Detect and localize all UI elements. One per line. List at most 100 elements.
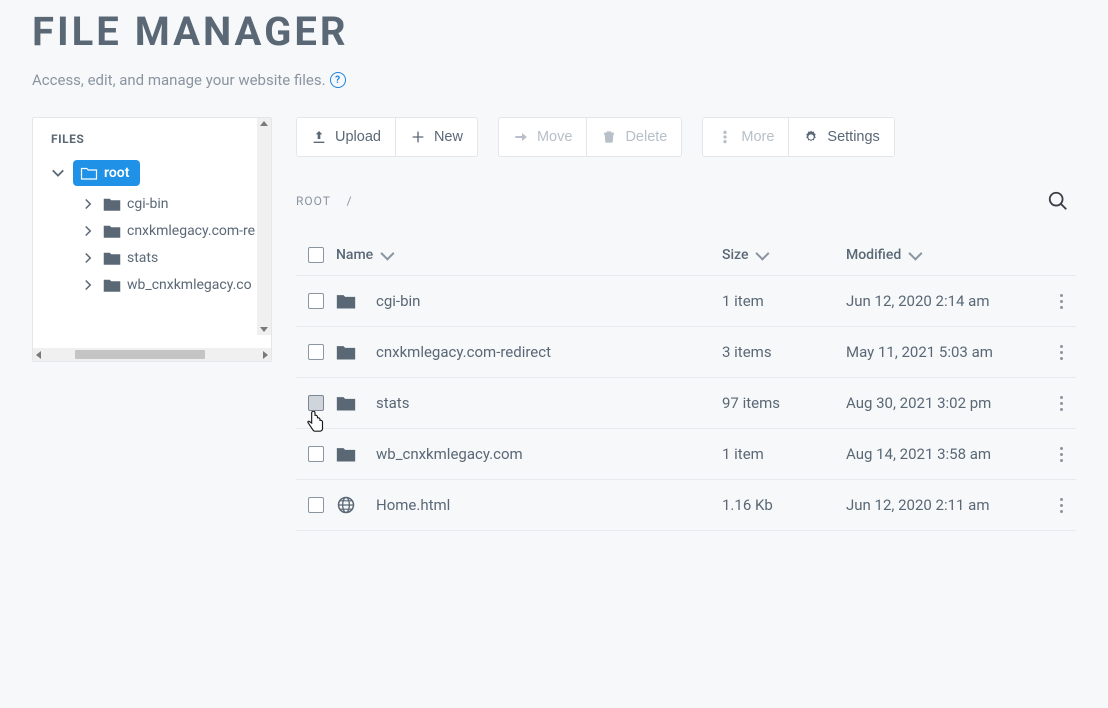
chevron-down-icon — [756, 247, 770, 261]
folder-icon — [103, 223, 121, 239]
tree-root-row[interactable]: root — [33, 156, 271, 191]
breadcrumb-sep: / — [347, 194, 353, 208]
tree-item[interactable]: cgi-bin — [33, 191, 271, 218]
root-badge[interactable]: root — [73, 160, 140, 186]
file-modified: Jun 12, 2020 2:14 am — [846, 292, 1046, 310]
file-table: Name Size Modified cgi-bin — [296, 239, 1076, 531]
column-label: Size — [722, 247, 748, 263]
chevron-right-icon[interactable] — [79, 195, 97, 213]
new-button[interactable]: New — [395, 118, 477, 156]
folder-icon — [336, 342, 356, 362]
file-size: 1 item — [722, 445, 846, 463]
gear-icon — [803, 129, 819, 145]
row-actions-button[interactable] — [1054, 492, 1069, 519]
row-checkbox[interactable] — [308, 395, 324, 411]
trash-icon — [601, 129, 617, 145]
subtitle-text: Access, edit, and manage your website fi… — [32, 71, 326, 89]
row-checkbox[interactable] — [308, 497, 324, 513]
file-name: cgi-bin — [376, 292, 420, 310]
file-size: 3 items — [722, 343, 846, 361]
chevron-right-icon[interactable] — [79, 249, 97, 267]
upload-button[interactable]: Upload — [297, 118, 395, 156]
tree-item-label: wb_cnxkmlegacy.co — [127, 277, 252, 293]
table-row[interactable]: wb_cnxkmlegacy.com 1 item Aug 14, 2021 3… — [296, 429, 1076, 480]
folder-icon — [103, 277, 121, 293]
button-label: Move — [537, 129, 572, 145]
tree-item-label: cnxkmlegacy.com-re — [127, 223, 255, 239]
table-row[interactable]: cnxkmlegacy.com-redirect 3 items May 11,… — [296, 327, 1076, 378]
sidebar-horizontal-scrollbar[interactable] — [33, 348, 271, 361]
tree-item-label: stats — [127, 250, 158, 266]
file-name: stats — [376, 394, 409, 412]
search-icon — [1047, 190, 1069, 212]
file-size: 1.16 Kb — [722, 496, 846, 514]
row-checkbox[interactable] — [308, 446, 324, 462]
column-header-size[interactable]: Size — [722, 247, 846, 263]
globe-icon — [336, 495, 356, 515]
column-label: Modified — [846, 247, 901, 263]
tree-item-label: cgi-bin — [127, 196, 168, 212]
button-label: New — [434, 129, 463, 145]
table-header: Name Size Modified — [296, 239, 1076, 276]
table-row[interactable]: stats 97 items Aug 30, 2021 3:02 pm — [296, 378, 1076, 429]
tree-item[interactable]: cnxkmlegacy.com-re — [33, 218, 271, 245]
toolbar: Upload New Move Delete — [296, 117, 1076, 157]
delete-button: Delete — [586, 118, 681, 156]
tree-item[interactable]: wb_cnxkmlegacy.co — [33, 272, 271, 299]
folder-icon — [336, 291, 356, 311]
button-label: Upload — [335, 129, 381, 145]
row-actions-button[interactable] — [1054, 390, 1069, 417]
folder-icon — [336, 393, 356, 413]
row-checkbox[interactable] — [308, 344, 324, 360]
folder-icon — [103, 196, 121, 212]
chevron-down-icon — [381, 247, 395, 261]
file-modified: Jun 12, 2020 2:11 am — [846, 496, 1046, 514]
plus-icon — [410, 129, 426, 145]
page-subtitle: Access, edit, and manage your website fi… — [32, 71, 1076, 89]
select-all-checkbox[interactable] — [308, 247, 324, 263]
sidebar-title: FILES — [33, 128, 271, 156]
chevron-right-icon[interactable] — [79, 276, 97, 294]
folder-icon — [103, 250, 121, 266]
breadcrumb-root[interactable]: ROOT — [296, 194, 331, 208]
row-actions-button[interactable] — [1054, 339, 1069, 366]
upload-icon — [311, 129, 327, 145]
file-name: wb_cnxkmlegacy.com — [376, 445, 523, 463]
sidebar-vertical-scrollbar[interactable] — [257, 118, 271, 335]
page-title: FILE MANAGER — [32, 8, 1076, 55]
folder-outline-icon — [80, 165, 98, 181]
move-button: Move — [499, 118, 586, 156]
button-label: More — [741, 129, 774, 145]
file-size: 97 items — [722, 394, 846, 412]
row-checkbox[interactable] — [308, 293, 324, 309]
settings-button[interactable]: Settings — [788, 118, 893, 156]
column-label: Name — [336, 247, 373, 263]
search-button[interactable] — [1040, 183, 1076, 219]
breadcrumb[interactable]: ROOT / — [296, 194, 353, 208]
button-label: Settings — [827, 129, 879, 145]
table-row[interactable]: cgi-bin 1 item Jun 12, 2020 2:14 am — [296, 276, 1076, 327]
more-button: More — [703, 118, 788, 156]
row-actions-button[interactable] — [1054, 441, 1069, 468]
file-name: Home.html — [376, 496, 450, 514]
button-label: Delete — [625, 129, 667, 145]
table-row[interactable]: Home.html 1.16 Kb Jun 12, 2020 2:11 am — [296, 480, 1076, 531]
file-size: 1 item — [722, 292, 846, 310]
root-label: root — [104, 165, 129, 181]
scrollbar-thumb[interactable] — [75, 350, 205, 359]
row-actions-button[interactable] — [1054, 288, 1069, 315]
help-icon[interactable]: ? — [330, 72, 346, 88]
column-header-modified[interactable]: Modified — [846, 247, 1046, 263]
chevron-down-icon — [909, 247, 923, 261]
chevron-right-icon[interactable] — [79, 222, 97, 240]
file-modified: Aug 30, 2021 3:02 pm — [846, 394, 1046, 412]
file-modified: Aug 14, 2021 3:58 am — [846, 445, 1046, 463]
chevron-down-icon[interactable] — [49, 164, 67, 182]
move-icon — [513, 129, 529, 145]
more-vertical-icon — [717, 129, 733, 145]
sidebar-panel: FILES root — [32, 117, 272, 362]
folder-icon — [336, 444, 356, 464]
file-name: cnxkmlegacy.com-redirect — [376, 343, 551, 361]
tree-item[interactable]: stats — [33, 245, 271, 272]
column-header-name[interactable]: Name — [336, 247, 722, 263]
